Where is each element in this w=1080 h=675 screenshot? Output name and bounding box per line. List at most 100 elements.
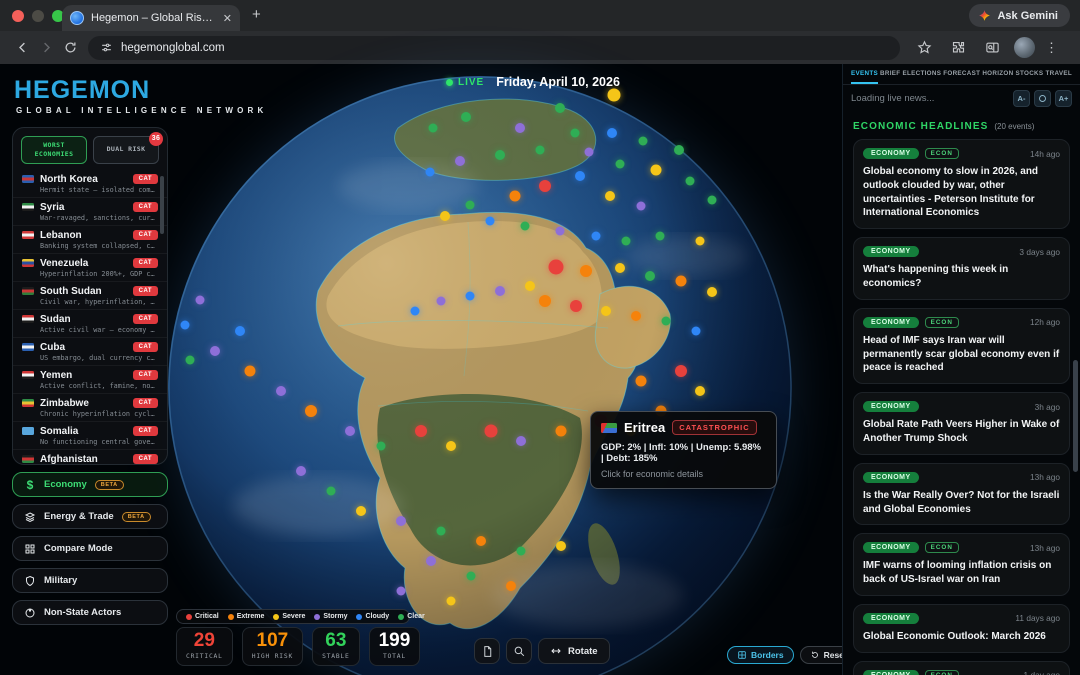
- country-list-item[interactable]: North Korea CAT Hermit state — isolated …: [13, 170, 167, 198]
- beta-badge: BETA: [122, 512, 151, 522]
- mode-label: Non-State Actors: [44, 607, 121, 618]
- font-smaller-button[interactable]: A-: [1013, 90, 1030, 107]
- tab-close-icon[interactable]: ✕: [223, 12, 232, 25]
- news-tab-horizon[interactable]: HORIZON: [982, 64, 1013, 84]
- news-card[interactable]: ECONOMYECON 14h ago Global economy to sl…: [853, 139, 1070, 229]
- news-tab-brief[interactable]: BRIEF: [880, 64, 900, 84]
- country-list-item[interactable]: Cuba CAT US embargo, dual currency colla…: [13, 338, 167, 366]
- browser-menu-button[interactable]: ⋮: [1045, 40, 1058, 56]
- minimize-window-button[interactable]: [32, 10, 44, 22]
- country-list-item[interactable]: Zimbabwe CAT Chronic hyperinflation cycl…: [13, 394, 167, 422]
- globe-map[interactable]: [168, 76, 792, 675]
- country-list: North Korea CAT Hermit state — isolated …: [13, 170, 167, 465]
- country-list-scrollbar[interactable]: [160, 176, 164, 234]
- address-bar[interactable]: hegemonglobal.com: [88, 36, 900, 60]
- news-card[interactable]: ECONOMYECON 12h ago Head of IMF says Ira…: [853, 308, 1070, 384]
- refresh-news-button[interactable]: [1034, 90, 1051, 107]
- news-tab-stocks[interactable]: STOCKS: [1015, 64, 1043, 84]
- font-larger-button[interactable]: A+: [1055, 90, 1072, 107]
- country-list-item[interactable]: Yemen CAT Active conflict, famine, no fu…: [13, 366, 167, 394]
- news-card[interactable]: ECONOMYECON 13h ago IMF warns of looming…: [853, 533, 1070, 596]
- extensions-button[interactable]: [946, 36, 970, 60]
- borders-grid-icon: [737, 650, 747, 660]
- news-section-title: ECONOMIC HEADLINES: [853, 121, 988, 132]
- country-flag-icon: [22, 203, 34, 211]
- export-button[interactable]: [474, 638, 500, 664]
- news-tab-elections[interactable]: ELECTIONS: [902, 64, 941, 84]
- cat-risk-badge: CAT: [133, 342, 158, 352]
- country-flag-icon: [22, 455, 34, 463]
- news-category-badge: ECON: [925, 148, 959, 159]
- toggle-worst-economies[interactable]: WORST ECONOMIES: [21, 136, 87, 164]
- window-controls[interactable]: [12, 10, 64, 22]
- news-tab-travel[interactable]: TRAVEL: [1045, 64, 1072, 84]
- country-description: Hyperinflation 200%+, GDP collaps...: [22, 270, 158, 278]
- country-list-item[interactable]: Venezuela CAT Hyperinflation 200%+, GDP …: [13, 254, 167, 282]
- mode-label: Military: [44, 575, 77, 586]
- country-list-item[interactable]: Syria CAT War-ravaged, sanctions, curren…: [13, 198, 167, 226]
- news-tab-events[interactable]: EVENTS: [851, 64, 878, 84]
- forward-arrow-icon: [39, 40, 54, 55]
- news-timestamp: 13h ago: [1030, 472, 1060, 482]
- news-timestamp: 11 days ago: [1015, 613, 1060, 623]
- news-card[interactable]: ECONOMYECON 1 day ago India Remains Amon…: [853, 661, 1070, 675]
- news-card[interactable]: ECONOMY 3 days ago What's happening this…: [853, 237, 1070, 300]
- stat-card-critical: 29 CRITICAL: [176, 627, 233, 666]
- profile-avatar[interactable]: [1014, 37, 1035, 58]
- news-card[interactable]: ECONOMY 11 days ago Global Economic Outl…: [853, 604, 1070, 653]
- ask-gemini-button[interactable]: Ask Gemini: [969, 4, 1070, 27]
- mode-button-non-state-actors[interactable]: Non-State Actors: [12, 600, 168, 625]
- side-panel-button[interactable]: [980, 36, 1004, 60]
- country-description: Civil war, hyperinflation, oil depend...: [22, 298, 158, 306]
- rotate-button[interactable]: Rotate: [538, 638, 610, 664]
- country-description: Banking system collapsed, currenc...: [22, 242, 158, 250]
- cat-risk-badge: CAT: [133, 286, 158, 296]
- news-card[interactable]: ECONOMY 13h ago Is the War Really Over? …: [853, 463, 1070, 526]
- cat-risk-badge: CAT: [133, 258, 158, 268]
- mode-button-energy-trade[interactable]: Energy & Trade BETA: [12, 504, 168, 529]
- mode-button-economy[interactable]: $ Economy BETA: [12, 472, 168, 497]
- news-card[interactable]: ECONOMY 3h ago Global Rate Path Veers Hi…: [853, 392, 1070, 455]
- country-list-item[interactable]: Somalia CAT No functioning central gover…: [13, 422, 167, 450]
- legend-label: Extreme: [237, 613, 265, 620]
- new-tab-button[interactable]: +: [252, 6, 261, 23]
- close-window-button[interactable]: [12, 10, 24, 22]
- mode-buttons: $ Economy BETA Energy & Trade BETA Compa…: [12, 472, 168, 625]
- cat-risk-badge: CAT: [133, 202, 158, 212]
- forward-button[interactable]: [34, 36, 58, 60]
- borders-button[interactable]: Borders: [727, 646, 794, 664]
- country-description: Active conflict, famine, no functioni...: [22, 382, 158, 390]
- news-tab-forecast[interactable]: FORECAST: [943, 64, 980, 84]
- country-tooltip[interactable]: Eritrea CATASTROPHIC GDP: 2% | Infl: 10%…: [590, 411, 777, 489]
- news-scrollbar[interactable]: [1073, 360, 1078, 472]
- browser-tab[interactable]: Hegemon – Global Risk Monitor ✕: [62, 5, 240, 31]
- country-list-item[interactable]: South Sudan CAT Civil war, hyperinflatio…: [13, 282, 167, 310]
- tooltip-hint: Click for economic details: [601, 469, 766, 479]
- country-list-item[interactable]: Lebanon CAT Banking system collapsed, cu…: [13, 226, 167, 254]
- country-name: Lebanon: [40, 230, 82, 241]
- loading-text: Loading live news...: [851, 93, 934, 104]
- news-category-badge: ECONOMY: [863, 542, 919, 553]
- mode-button-military[interactable]: Military: [12, 568, 168, 593]
- country-description: Chronic hyperinflation cycles, curre...: [22, 410, 158, 418]
- legend-dot-icon: [228, 614, 234, 620]
- site-settings-icon[interactable]: [100, 41, 113, 54]
- country-description: Hermit state — isolated command e...: [22, 186, 158, 194]
- toggle-dual-risk[interactable]: DUAL RISK 36: [93, 136, 159, 164]
- news-event-count: (20 events): [994, 122, 1034, 131]
- mode-button-compare-mode[interactable]: Compare Mode: [12, 536, 168, 561]
- search-button[interactable]: [506, 638, 532, 664]
- country-name: Venezuela: [40, 258, 88, 269]
- legend-dot-icon: [314, 614, 320, 620]
- bookmark-button[interactable]: [912, 36, 936, 60]
- country-list-item[interactable]: Afghanistan CAT Taliban takeover collaps…: [13, 450, 167, 465]
- reload-button[interactable]: [58, 36, 82, 60]
- back-button[interactable]: [10, 36, 34, 60]
- cat-risk-badge: CAT: [133, 230, 158, 240]
- country-list-item[interactable]: Sudan CAT Active civil war — economy col…: [13, 310, 167, 338]
- ask-gemini-label: Ask Gemini: [997, 10, 1058, 22]
- news-headline: Head of IMF says Iran war will permanent…: [863, 334, 1060, 375]
- tab-title: Hegemon – Global Risk Monitor: [91, 12, 213, 24]
- circle-icon: [1038, 94, 1047, 103]
- search-icon: [513, 645, 526, 658]
